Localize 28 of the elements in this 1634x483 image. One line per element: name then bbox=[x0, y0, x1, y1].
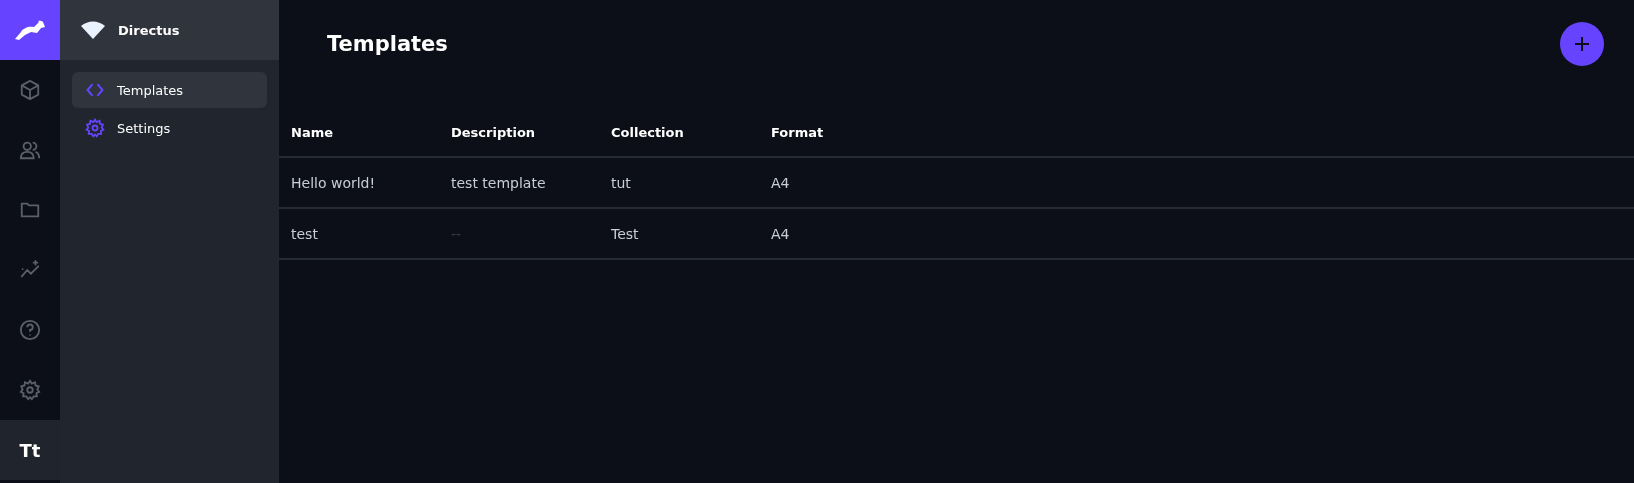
column-header[interactable]: Name bbox=[279, 125, 439, 140]
table-cell-text: test template bbox=[450, 174, 547, 191]
nav-item[interactable]: Settings bbox=[72, 110, 267, 146]
logo-tile[interactable] bbox=[0, 0, 60, 60]
table-row[interactable]: test -- Test A4 bbox=[279, 209, 1634, 260]
table-cell-text: tut bbox=[610, 174, 632, 191]
table-cell-text: -- bbox=[450, 225, 463, 242]
add-button[interactable] bbox=[1560, 22, 1604, 66]
nav-item[interactable]: Templates bbox=[72, 72, 267, 108]
cube-icon bbox=[19, 79, 41, 101]
module-button[interactable]: Tt bbox=[0, 420, 60, 480]
settings-icon bbox=[19, 379, 41, 401]
page-title: Templates bbox=[327, 32, 448, 56]
column-header[interactable]: Format bbox=[759, 125, 919, 140]
help-icon bbox=[19, 319, 41, 341]
column-header[interactable]: Description bbox=[439, 125, 599, 140]
plus-icon bbox=[1574, 36, 1590, 52]
column-header[interactable]: Collection bbox=[599, 125, 759, 140]
table-cell-text: Test bbox=[610, 225, 640, 242]
table-row[interactable]: Hello world! test template tut A4 bbox=[279, 158, 1634, 209]
project-name: Directus bbox=[118, 22, 180, 38]
users-icon bbox=[19, 139, 41, 161]
table-cell-text: A4 bbox=[770, 174, 791, 191]
table-cell-text: Hello world! bbox=[290, 174, 377, 191]
table-cell-text: test bbox=[290, 225, 319, 242]
wifi-icon bbox=[80, 21, 106, 39]
settings-icon bbox=[85, 118, 105, 138]
table-cell-text: A4 bbox=[770, 225, 791, 242]
